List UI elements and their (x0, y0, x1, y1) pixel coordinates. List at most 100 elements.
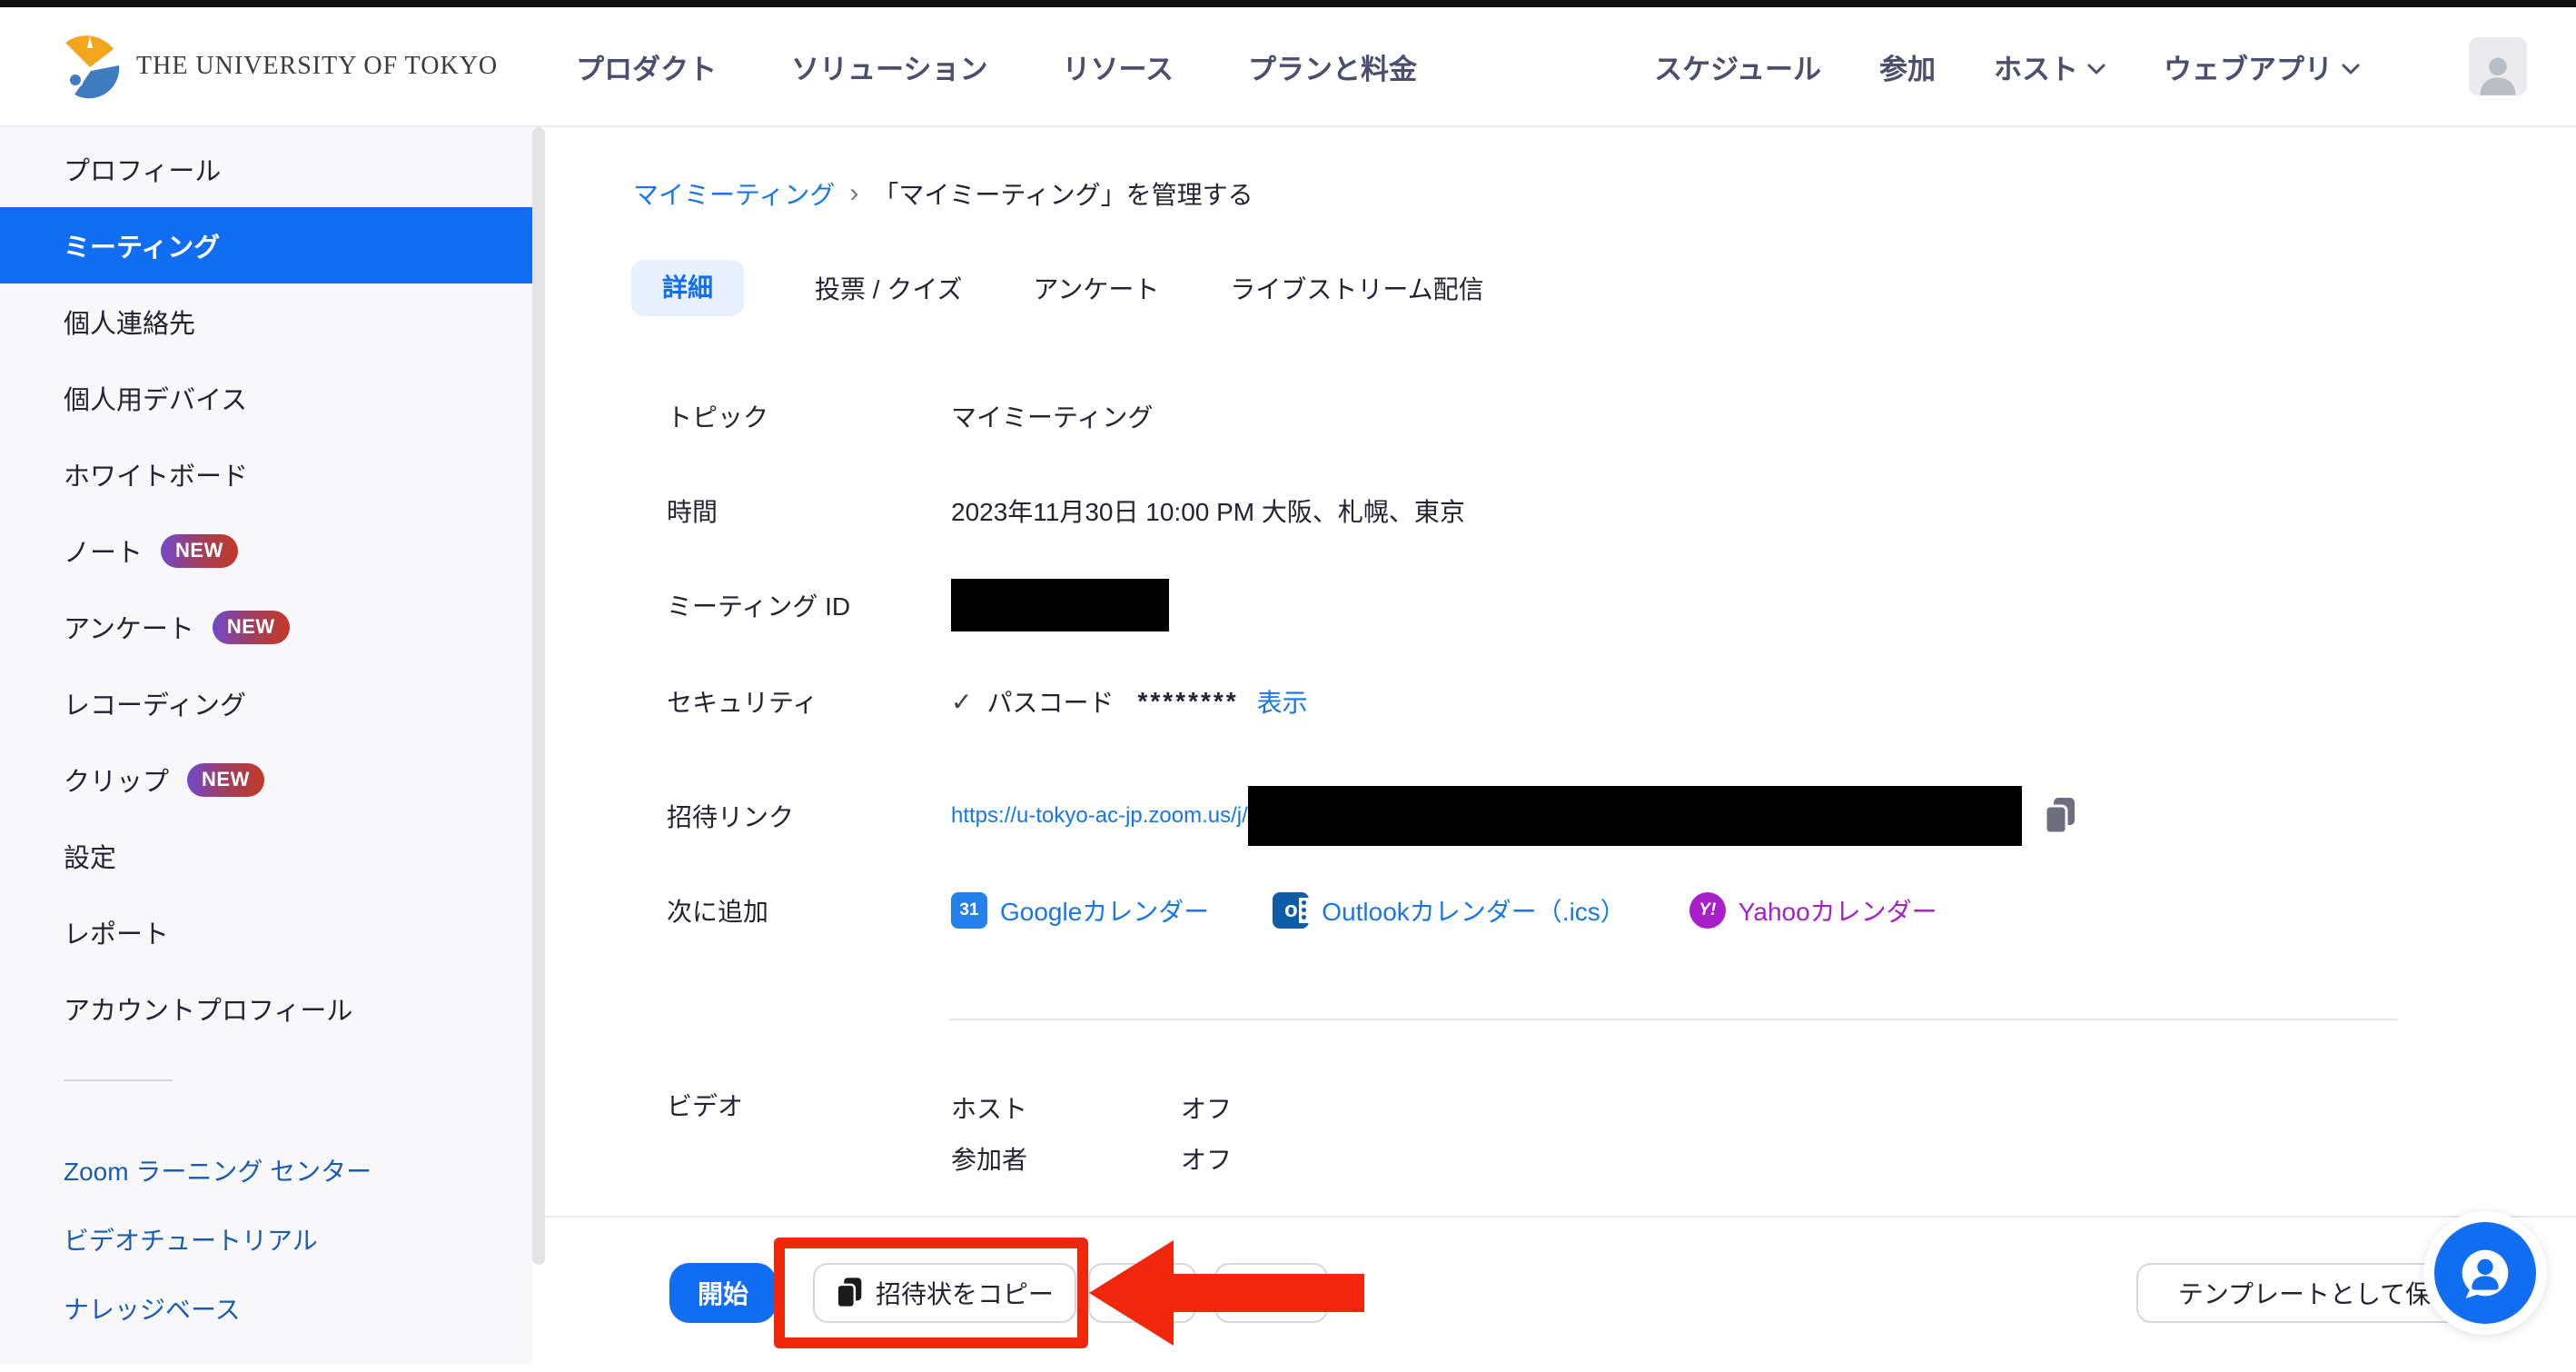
security-label: セキュリティ (667, 683, 951, 720)
sidebar-list: プロフィール ミーティング 個人連絡先 個人用デバイス ホワイトボード ノートN… (0, 127, 532, 1047)
main-content: マイミーティング › 「マイミーティング」を管理する 詳細 投票 / クイズ ア… (545, 127, 2576, 1365)
field-row-security: セキュリティ ✓ パスコード ******** 表示 (667, 682, 1308, 721)
person-bubble-icon (2456, 1244, 2514, 1302)
new-badge: NEW (187, 763, 264, 797)
tab-details[interactable]: 詳細 (631, 260, 744, 316)
top-navbar: THE UNIVERSITY OF TOKYO プロダクト ソリューション リソ… (0, 7, 2576, 127)
passcode-label: パスコード (986, 683, 1114, 720)
copy-icon (836, 1277, 863, 1309)
copy-invitation-button[interactable]: 招待状をコピー (813, 1263, 1076, 1323)
support-chat-button[interactable] (2434, 1222, 2536, 1324)
sidebar-divider (64, 1079, 173, 1081)
sidebar-scrollbar[interactable] (532, 127, 545, 1265)
sidebar: プロフィール ミーティング 個人連絡先 個人用デバイス ホワイトボード ノートN… (0, 127, 532, 1365)
yahoo-calendar-icon: Y! (1689, 892, 1726, 929)
utokyo-ginkgo-icon (56, 34, 122, 99)
yahoo-calendar-link[interactable]: Y! Yahooカレンダー (1689, 892, 1937, 929)
invite-url-redaction (1248, 786, 2022, 846)
yahoo-calendar-label: Yahooカレンダー (1739, 892, 1937, 929)
check-icon: ✓ (951, 687, 972, 717)
field-row-time: 時間 2023年11月30日 10:00 PM 大阪、札幌、東京 (667, 492, 1465, 530)
chevron-down-icon (2087, 64, 2105, 75)
topic-value: マイミーティング (951, 398, 1153, 434)
sidebar-item-settings[interactable]: 設定 (0, 818, 532, 894)
nav-link-plans[interactable]: プランと料金 (1248, 46, 1417, 87)
delete-button[interactable]: 削除 (1214, 1263, 1328, 1323)
sidebar-item-profile[interactable]: プロフィール (0, 131, 532, 207)
meeting-id-label: ミーティング ID (667, 587, 951, 623)
field-row-video: ビデオ (667, 1086, 951, 1124)
sidebar-item-recordings[interactable]: レコーディング (0, 665, 532, 741)
tab-live-streaming[interactable]: ライブストリーム配信 (1230, 270, 1483, 306)
sidebar-item-whiteboard[interactable]: ホワイトボード (0, 436, 532, 512)
nav-link-host[interactable]: ホスト (1994, 46, 2105, 87)
breadcrumb-separator: › (849, 178, 858, 209)
nav-right: スケジュール 参加 ホスト ウェブアプリ (1654, 37, 2527, 95)
calendar-links: 31 Googleカレンダー o Outlookカレンダー（.ics） Y! Y… (951, 892, 1937, 929)
sidebar-link-video-tutorials[interactable]: ビデオチュートリアル (0, 1205, 532, 1274)
breadcrumb-link-my-meetings[interactable]: マイミーティング (633, 175, 835, 212)
person-icon (2474, 52, 2522, 95)
tab-polls-quizzes[interactable]: 投票 / クイズ (815, 270, 963, 306)
video-row-host: ホスト オフ (951, 1089, 1232, 1127)
sidebar-item-surveys[interactable]: アンケートNEW (0, 589, 532, 665)
copy-invitation-label: 招待状をコピー (876, 1275, 1054, 1311)
logo-text: THE UNIVERSITY OF TOKYO (136, 52, 498, 81)
nav-link-webapp[interactable]: ウェブアプリ (2164, 46, 2360, 87)
video-host-label: ホスト (951, 1089, 1181, 1126)
video-host-value: オフ (1181, 1089, 1232, 1126)
video-participant-value: オフ (1181, 1140, 1232, 1177)
sidebar-item-clips[interactable]: クリップNEW (0, 741, 532, 818)
outlook-calendar-icon: o (1273, 892, 1309, 929)
video-row-participant: 参加者 オフ (951, 1139, 1232, 1178)
window-top-strip (0, 0, 2576, 7)
nav-link-products[interactable]: プロダクト (576, 46, 717, 87)
google-calendar-icon: 31 (951, 892, 987, 929)
user-avatar[interactable] (2469, 37, 2527, 95)
sidebar-item-account-profile[interactable]: アカウントプロフィール (0, 970, 532, 1047)
time-label: 時間 (667, 492, 951, 529)
tabs: 詳細 投票 / クイズ アンケート ライブストリーム配信 (631, 260, 1484, 316)
meeting-id-redaction (951, 579, 1169, 631)
sidebar-item-notes[interactable]: ノートNEW (0, 512, 532, 589)
sidebar-item-reports[interactable]: レポート (0, 894, 532, 970)
passcode-mask: ******** (1137, 687, 1238, 716)
topic-label: トピック (667, 398, 951, 434)
nav-link-resources[interactable]: リソース (1063, 46, 1174, 87)
invite-url-link[interactable]: https://u-tokyo-ac-jp.zoom.us/j/ (951, 803, 1248, 829)
edit-button[interactable]: 編集 (1088, 1263, 1196, 1323)
tab-survey[interactable]: アンケート (1034, 270, 1160, 306)
sidebar-link-knowledge-base[interactable]: ナレッジベース (0, 1274, 532, 1343)
sidebar-item-contacts[interactable]: 個人連絡先 (0, 283, 532, 360)
nav-links: プロダクト ソリューション リソース プランと料金 (576, 46, 1417, 87)
chevron-down-icon (2342, 64, 2360, 75)
sidebar-item-meetings[interactable]: ミーティング (0, 207, 532, 283)
sidebar-footer: Zoom ラーニング センター ビデオチュートリアル ナレッジベース (0, 1136, 532, 1343)
utokyo-logo[interactable]: THE UNIVERSITY OF TOKYO (56, 34, 498, 99)
sidebar-link-learning-center[interactable]: Zoom ラーニング センター (0, 1136, 532, 1205)
time-value: 2023年11月30日 10:00 PM 大阪、札幌、東京 (951, 492, 1465, 529)
video-participant-label: 参加者 (951, 1140, 1181, 1177)
breadcrumb: マイミーティング › 「マイミーティング」を管理する (633, 175, 1253, 212)
outlook-calendar-link[interactable]: o Outlookカレンダー（.ics） (1273, 892, 1626, 929)
field-row-invite-link: 招待リンク https://u-tokyo-ac-jp.zoom.us/j/ (667, 786, 2076, 846)
nav-link-solutions[interactable]: ソリューション (791, 46, 987, 87)
field-row-meeting-id: ミーティング ID (667, 579, 1169, 631)
sidebar-item-devices[interactable]: 個人用デバイス (0, 360, 532, 436)
nav-link-schedule[interactable]: スケジュール (1654, 46, 1821, 87)
video-label: ビデオ (667, 1087, 951, 1123)
show-passcode-link[interactable]: 表示 (1257, 683, 1308, 720)
new-badge: NEW (213, 611, 290, 644)
field-row-add-to: 次に追加 31 Googleカレンダー o Outlookカレンダー（.ics）… (667, 891, 1937, 930)
outlook-calendar-label: Outlookカレンダー（.ics） (1322, 892, 1626, 929)
support-fab-ring (2423, 1211, 2547, 1335)
breadcrumb-current: 「マイミーティング」を管理する (873, 175, 1253, 212)
copy-icon[interactable] (2044, 797, 2076, 835)
google-calendar-link[interactable]: 31 Googleカレンダー (951, 892, 1209, 929)
field-row-topic: トピック マイミーティング (667, 397, 1153, 435)
nav-link-join[interactable]: 参加 (1879, 46, 1936, 87)
footer-divider (545, 1216, 2576, 1218)
invite-link-label: 招待リンク (667, 798, 951, 834)
start-button[interactable]: 開始 (669, 1263, 777, 1323)
google-calendar-label: Googleカレンダー (1000, 892, 1209, 929)
